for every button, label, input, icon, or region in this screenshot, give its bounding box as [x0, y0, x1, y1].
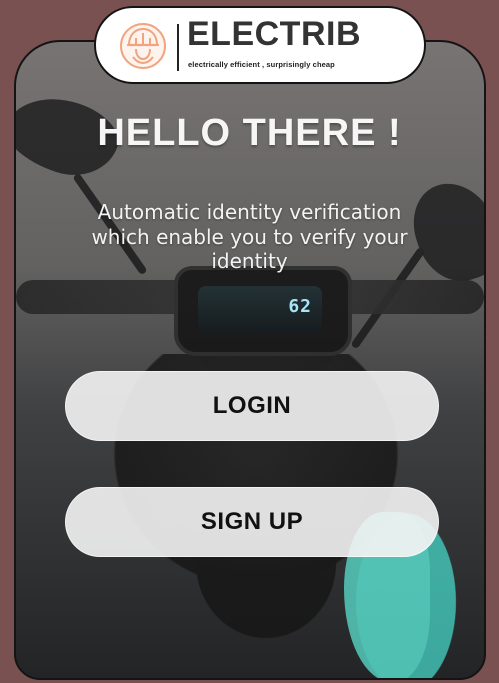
greeting-subtitle: Automatic identity verification which en… — [91, 200, 408, 274]
helmet-logo-icon — [120, 23, 166, 69]
brand-divider — [177, 24, 179, 71]
signup-button[interactable]: SIGN UP — [65, 487, 439, 557]
brand-tagline: electrically efficient , surprisingly ch… — [188, 60, 335, 69]
greeting-title: HELLO THERE ! — [97, 112, 402, 154]
brand-name: ELECTRIB — [187, 15, 361, 53]
brand-banner: ELECTRIB electrically efficient , surpri… — [94, 6, 426, 84]
login-button[interactable]: LOGIN — [65, 371, 439, 441]
